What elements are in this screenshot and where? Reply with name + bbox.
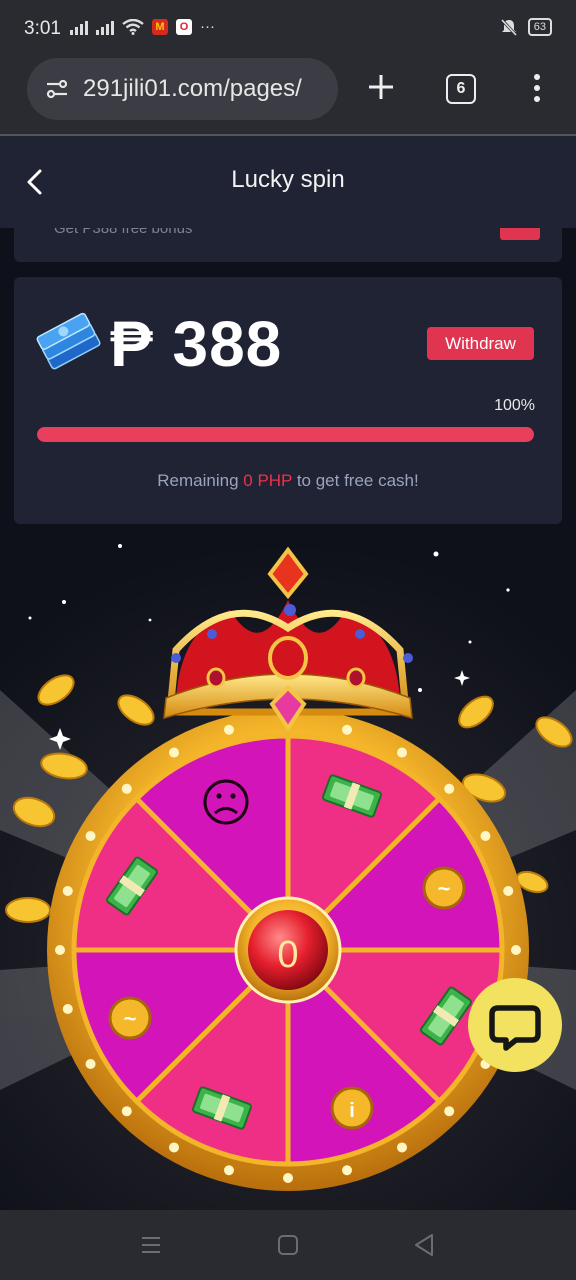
amount-value: 388 — [172, 308, 283, 380]
page-title: Lucky spin — [231, 166, 345, 193]
rim-bulb — [121, 783, 132, 794]
rim-bulb — [169, 747, 179, 758]
cash-stack-icon — [36, 312, 101, 370]
progress-bar — [37, 427, 534, 442]
status-bar: 3:01 M O ··· 63 — [0, 0, 576, 58]
coin-icon: ~ — [422, 866, 466, 910]
rim-bulb — [223, 1165, 234, 1176]
rim-bulb — [62, 1004, 73, 1015]
lucky-wheel-stage: ~ i ~ 0 — [0, 530, 576, 1210]
mcdonalds-app-icon: M — [152, 18, 168, 35]
site-settings-icon[interactable] — [45, 77, 69, 101]
rim-bulb — [444, 783, 455, 794]
mute-icon — [500, 18, 517, 36]
new-tab-icon[interactable] — [364, 70, 398, 104]
browser-toolbar: 291jili01.com/pages/ 6 — [0, 58, 576, 134]
remaining-amount: 0 PHP — [243, 471, 293, 490]
system-nav-bar — [0, 1210, 576, 1280]
battery-indicator: 63 — [527, 18, 552, 36]
rim-bulb — [480, 831, 491, 841]
remaining-suffix: to get free cash! — [292, 471, 419, 490]
remaining-prefix: Remaining — [157, 471, 244, 490]
rim-bulb — [62, 885, 73, 896]
opera-app-icon: O — [176, 18, 192, 35]
signal-icon-2 — [96, 19, 114, 35]
rim-bulb — [397, 747, 407, 758]
chat-bubble-icon — [489, 1005, 541, 1051]
tab-switcher-button[interactable]: 6 — [446, 74, 476, 104]
coin-icon-3: ~ — [108, 996, 152, 1040]
hub-value: 0 — [277, 934, 298, 976]
rim-bulb — [397, 1142, 407, 1153]
status-icons: M O ··· — [70, 18, 215, 35]
wifi-icon — [122, 18, 144, 35]
withdraw-button[interactable]: Withdraw — [427, 327, 534, 360]
bonus-card: ₱ 388 Withdraw 100% Remaining 0 PHP to g… — [14, 277, 562, 524]
signal-icon — [70, 19, 88, 35]
rim-bulb — [85, 831, 96, 841]
rim-bulb — [511, 945, 521, 955]
remaining-text: Remaining 0 PHP to get free cash! — [14, 471, 562, 491]
svg-text:~: ~ — [124, 1006, 137, 1031]
home-icon[interactable] — [273, 1230, 303, 1260]
recent-apps-icon[interactable] — [136, 1230, 166, 1260]
rim-bulb — [444, 1106, 455, 1117]
rim-bulb — [283, 1173, 293, 1183]
back-nav-icon[interactable] — [410, 1230, 440, 1260]
peek-text: Get ₱388 free bonus — [54, 228, 193, 237]
bonus-info-card-peek: Get ₱388 free bonus — [14, 228, 562, 262]
progress-percent: 100% — [494, 397, 535, 414]
rim-bulb — [342, 724, 353, 735]
rim-bulb — [223, 724, 234, 735]
url-text: 291jili01.com/pages/ — [83, 75, 302, 102]
crown-icon — [163, 546, 413, 732]
svg-text:i: i — [349, 1100, 355, 1122]
rim-bulb — [342, 1165, 353, 1176]
peek-button[interactable] — [500, 228, 540, 240]
rim-bulb — [503, 885, 514, 896]
spin-hub[interactable]: 0 — [234, 896, 342, 1004]
browser-menu-icon[interactable] — [526, 72, 548, 104]
address-bar[interactable]: 291jili01.com/pages/ — [27, 58, 338, 120]
rim-bulb — [169, 1142, 179, 1153]
progress-bar-fill — [37, 427, 534, 442]
status-time: 3:01 — [24, 18, 61, 39]
rim-bulb — [121, 1106, 132, 1117]
bonus-amount: ₱ 388 — [110, 307, 282, 381]
currency-symbol: ₱ — [110, 308, 154, 380]
status-right: 63 — [500, 18, 552, 36]
rim-bulb — [55, 945, 65, 955]
app-header: Lucky spin — [0, 136, 576, 228]
live-chat-button[interactable] — [468, 978, 562, 1072]
coin-icon-2: i — [330, 1086, 374, 1130]
more-notifications-icon: ··· — [200, 18, 215, 35]
wheel-graphic: ~ i ~ 0 — [0, 544, 576, 1191]
svg-text:~: ~ — [438, 876, 451, 901]
rim-bulb — [85, 1059, 96, 1069]
